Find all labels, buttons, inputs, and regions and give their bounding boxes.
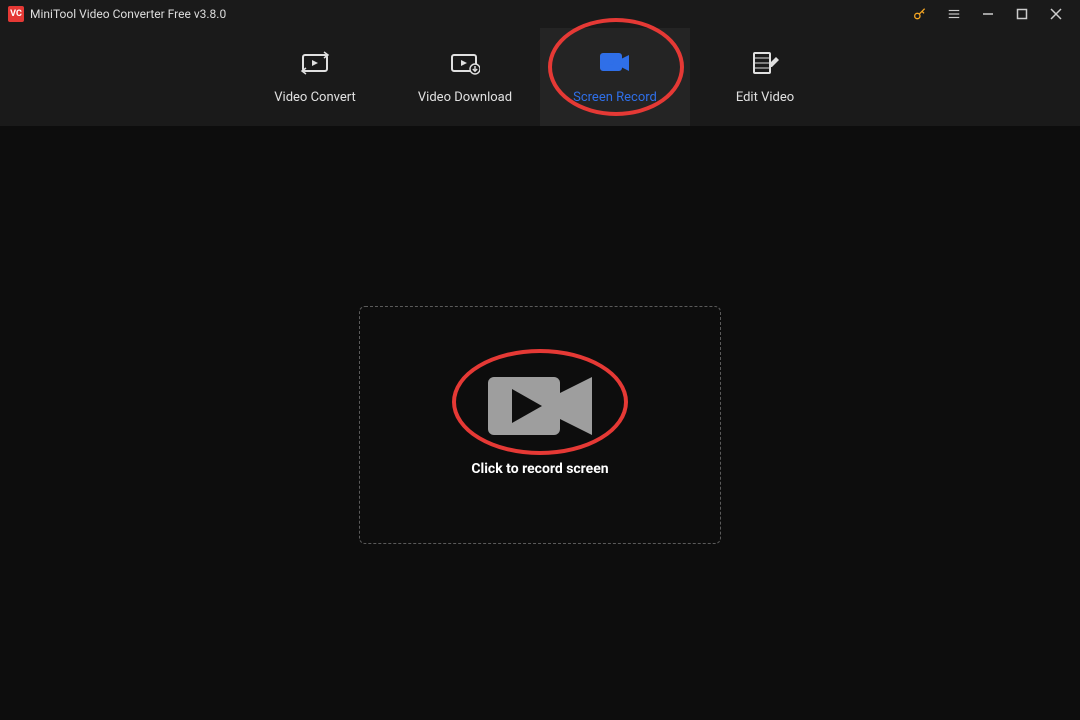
upgrade-key-icon[interactable]: [904, 0, 936, 28]
navbar: Video Convert Video Download Screen Reco…: [0, 28, 1080, 126]
tab-video-convert[interactable]: Video Convert: [240, 28, 390, 126]
app-title: MiniTool Video Converter Free v3.8.0: [30, 7, 226, 21]
maximize-button[interactable]: [1006, 0, 1038, 28]
camera-icon: [488, 373, 592, 443]
close-button[interactable]: [1040, 0, 1072, 28]
app-logo: VC: [8, 6, 24, 22]
menu-icon[interactable]: [938, 0, 970, 28]
main-content: Click to record screen: [0, 126, 1080, 720]
tab-edit-video[interactable]: Edit Video: [690, 28, 840, 126]
tab-video-download[interactable]: Video Download: [390, 28, 540, 126]
tab-screen-record[interactable]: Screen Record: [540, 28, 690, 126]
record-prompt-label: Click to record screen: [471, 461, 608, 477]
tab-label: Video Convert: [274, 90, 355, 105]
tab-label: Video Download: [418, 90, 512, 105]
edit-video-icon: [751, 50, 779, 76]
tab-label: Edit Video: [736, 90, 794, 105]
tab-label: Screen Record: [573, 90, 657, 105]
titlebar: VC MiniTool Video Converter Free v3.8.0: [0, 0, 1080, 28]
record-dropzone[interactable]: Click to record screen: [359, 306, 721, 544]
convert-icon: [300, 50, 330, 76]
minimize-button[interactable]: [972, 0, 1004, 28]
download-icon: [450, 50, 480, 76]
screen-record-icon: [599, 50, 631, 76]
